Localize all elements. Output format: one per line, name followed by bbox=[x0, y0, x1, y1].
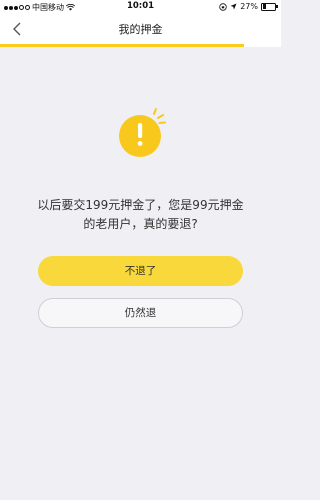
orientation-lock-icon bbox=[219, 2, 227, 11]
nav-bar: 我的押金 bbox=[0, 14, 281, 44]
page-title: 我的押金 bbox=[118, 23, 163, 36]
refund-warning-message: 以后要交199元押金了，您是99元押金 的老用户，真的要退? bbox=[20, 196, 261, 234]
message-line-1: 以后要交199元押金了，您是99元押金 bbox=[37, 198, 244, 212]
progress-bar bbox=[0, 44, 281, 47]
battery-percent: 27% bbox=[240, 2, 258, 11]
status-right: 27% bbox=[219, 2, 278, 11]
location-arrow-icon bbox=[230, 3, 237, 10]
battery-icon bbox=[261, 2, 278, 11]
status-bar: 中国移动 10:01 27% bbox=[0, 0, 281, 14]
keep-deposit-button[interactable]: 不退了 bbox=[38, 256, 243, 286]
refund-anyway-button[interactable]: 仍然退 bbox=[38, 298, 243, 328]
progress-fill bbox=[0, 44, 245, 47]
exclamation-icon bbox=[119, 108, 166, 157]
message-line-2: 的老用户，真的要退? bbox=[83, 217, 198, 231]
